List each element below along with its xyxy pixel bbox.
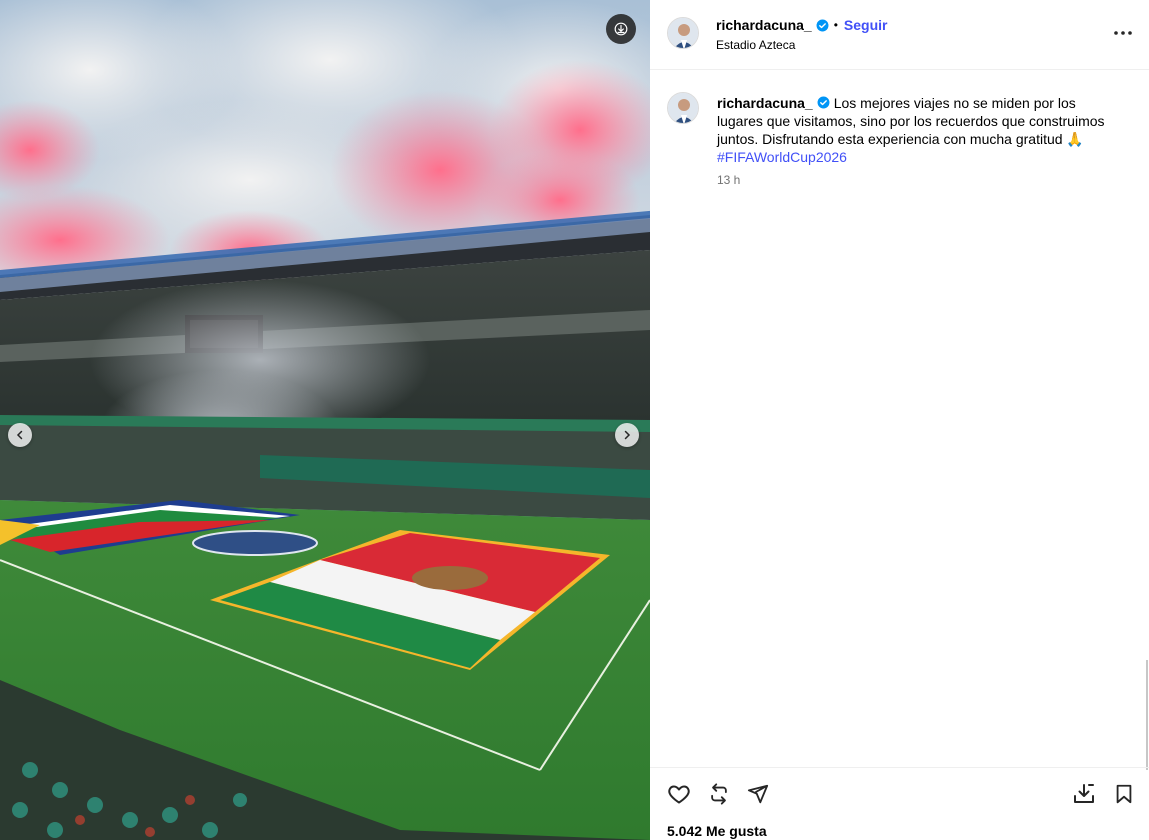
header-user-line: richardacuna_ • Seguir — [716, 17, 888, 33]
location-link[interactable]: Estadio Azteca — [716, 38, 795, 52]
scrollbar[interactable] — [1146, 660, 1148, 770]
bookmark-icon — [1116, 784, 1132, 804]
previous-slide-button[interactable] — [8, 423, 32, 447]
bookmark-button[interactable] — [1111, 781, 1137, 807]
download-tray-icon — [1074, 784, 1094, 803]
profile-photo-icon — [668, 18, 698, 48]
chevron-right-icon — [624, 430, 631, 440]
likes-label: Me gusta — [705, 823, 767, 839]
hashtag-link[interactable]: #FIFAWorldCup2026 — [717, 149, 847, 165]
follow-button[interactable]: Seguir — [844, 17, 888, 33]
caption-text-block: richardacuna_ Los mejores viajes no se m… — [717, 94, 1117, 166]
next-slide-button[interactable] — [615, 423, 639, 447]
separator-dot: • — [833, 18, 838, 32]
username-link[interactable]: richardacuna_ — [716, 17, 812, 33]
action-bar: 5.042 Me gusta — [650, 767, 1149, 840]
caption-username-link[interactable]: richardacuna_ — [717, 95, 813, 111]
verified-badge-icon — [816, 19, 829, 32]
share-button[interactable] — [745, 781, 771, 807]
share-icon — [747, 784, 769, 804]
avatar[interactable] — [667, 17, 699, 49]
more-options-icon — [1114, 31, 1132, 35]
repost-icon — [711, 783, 727, 805]
post-media — [0, 0, 650, 840]
like-button[interactable] — [666, 781, 692, 807]
verified-badge-icon — [817, 96, 830, 109]
likes-count[interactable]: 5.042 Me gusta — [667, 823, 767, 839]
post-header: richardacuna_ • Seguir Estadio Azteca — [650, 0, 1149, 70]
download-button[interactable] — [606, 14, 636, 44]
download-post-button[interactable] — [1071, 781, 1097, 807]
avatar[interactable] — [667, 92, 699, 124]
chevron-left-icon — [16, 430, 23, 440]
likes-number: 5.042 — [667, 823, 703, 839]
profile-photo-icon — [668, 93, 698, 123]
post-timestamp[interactable]: 13 h — [717, 173, 740, 187]
more-options-button[interactable] — [1113, 25, 1133, 41]
download-icon — [614, 22, 628, 36]
post-sidebar: richardacuna_ • Seguir Estadio Azteca ri… — [650, 0, 1149, 840]
repost-button[interactable] — [706, 781, 732, 807]
stadium-photo — [0, 0, 650, 840]
heart-icon — [668, 785, 690, 804]
